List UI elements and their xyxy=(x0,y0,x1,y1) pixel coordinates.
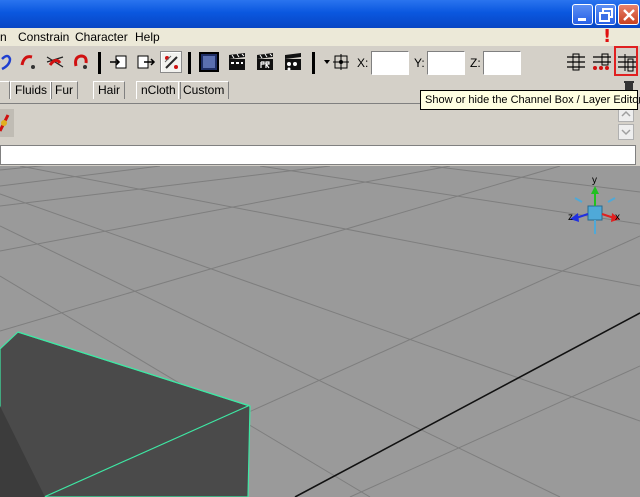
minimize-icon xyxy=(578,18,586,21)
shelf-scroll-down[interactable] xyxy=(618,124,634,140)
maximize-button[interactable] xyxy=(595,4,616,25)
tool-settings-button[interactable] xyxy=(590,51,612,73)
shelf-tab-ncloth[interactable]: nCloth xyxy=(136,81,181,99)
axis-x-label: x xyxy=(615,212,620,223)
snap-to-surface-button[interactable] xyxy=(70,51,92,73)
input-history-button[interactable] xyxy=(108,51,130,73)
output-history-button[interactable] xyxy=(134,51,156,73)
alert-marker: ! xyxy=(603,26,612,47)
shelf-tab-custom[interactable]: Custom xyxy=(178,81,230,99)
status-line: X: Y: Z: xyxy=(0,46,640,79)
close-button[interactable] xyxy=(618,4,639,25)
menu-item-constrain[interactable]: Constrain xyxy=(18,30,69,44)
transform-input-menu[interactable] xyxy=(320,51,349,73)
z-label: Z: xyxy=(470,56,481,70)
menu-item-help[interactable]: Help xyxy=(135,30,160,44)
snap-to-surface-icon xyxy=(74,54,88,69)
shelf-tab-fluids[interactable]: Fluids xyxy=(10,81,53,99)
toolbar-separator xyxy=(312,52,315,74)
shelf-tab-hair[interactable]: Hair xyxy=(93,81,126,99)
axis-y-label: y xyxy=(592,175,597,186)
menu-bar: n Constrain Character Help xyxy=(0,28,640,46)
render-settings-icon xyxy=(285,53,301,71)
y-label: Y: xyxy=(414,56,425,70)
x-label: X: xyxy=(357,56,369,70)
construction-history-icon xyxy=(164,55,178,69)
close-icon xyxy=(623,9,635,21)
axis-z-label: z xyxy=(568,212,573,223)
render-current-frame-icon xyxy=(229,53,245,70)
viewport-scene: y x z xyxy=(0,166,640,497)
render-current-frame-button[interactable] xyxy=(226,51,248,73)
input-history-icon xyxy=(110,55,127,69)
shelf-item-button[interactable] xyxy=(0,107,14,139)
chevron-down-icon xyxy=(621,129,631,136)
z-coord-field[interactable] xyxy=(483,51,521,75)
toolbar-separator xyxy=(98,52,101,74)
output-history-icon xyxy=(137,55,156,69)
x-coord-field[interactable] xyxy=(371,51,409,75)
toolbar-separator xyxy=(188,52,191,74)
snap-to-point-button[interactable] xyxy=(44,51,66,73)
shelf-tab-fur[interactable]: Fur xyxy=(50,81,78,99)
channel-box-highlight xyxy=(614,46,638,76)
attribute-editor-button[interactable] xyxy=(564,51,586,73)
tooltip: Show or hide the Channel Box / Layer Edi… xyxy=(420,90,640,110)
render-view-button[interactable] xyxy=(198,51,220,73)
snap-to-curve-icon xyxy=(20,55,35,69)
minimize-button[interactable] xyxy=(572,4,593,25)
cube xyxy=(0,331,251,497)
ipr-render-icon xyxy=(257,53,273,70)
ipr-render-button[interactable] xyxy=(254,51,276,73)
attribute-editor-icon xyxy=(567,53,585,71)
tool-settings-icon xyxy=(593,53,611,70)
render-settings-button[interactable] xyxy=(282,51,304,73)
axis-line xyxy=(294,312,640,497)
snap-to-curve-button[interactable] xyxy=(18,51,40,73)
title-bar xyxy=(0,0,640,28)
maya-window: n Constrain Character Help ! X: Y: Z: Fl… xyxy=(0,0,640,497)
maximize-icon xyxy=(599,8,613,22)
shelf-tool-icon xyxy=(0,109,14,137)
menu-item-window[interactable]: n xyxy=(0,30,7,44)
construction-history-button[interactable] xyxy=(160,51,182,73)
y-coord-field[interactable] xyxy=(427,51,465,75)
menu-item-character[interactable]: Character xyxy=(75,30,128,44)
transform-input-icon xyxy=(324,54,349,70)
panel-menu-bar xyxy=(0,145,636,165)
snap-to-point-icon xyxy=(46,56,64,68)
shelf-tab-partial[interactable] xyxy=(0,81,10,99)
perspective-viewport[interactable]: y x z xyxy=(0,166,640,497)
render-view-icon xyxy=(199,52,219,72)
